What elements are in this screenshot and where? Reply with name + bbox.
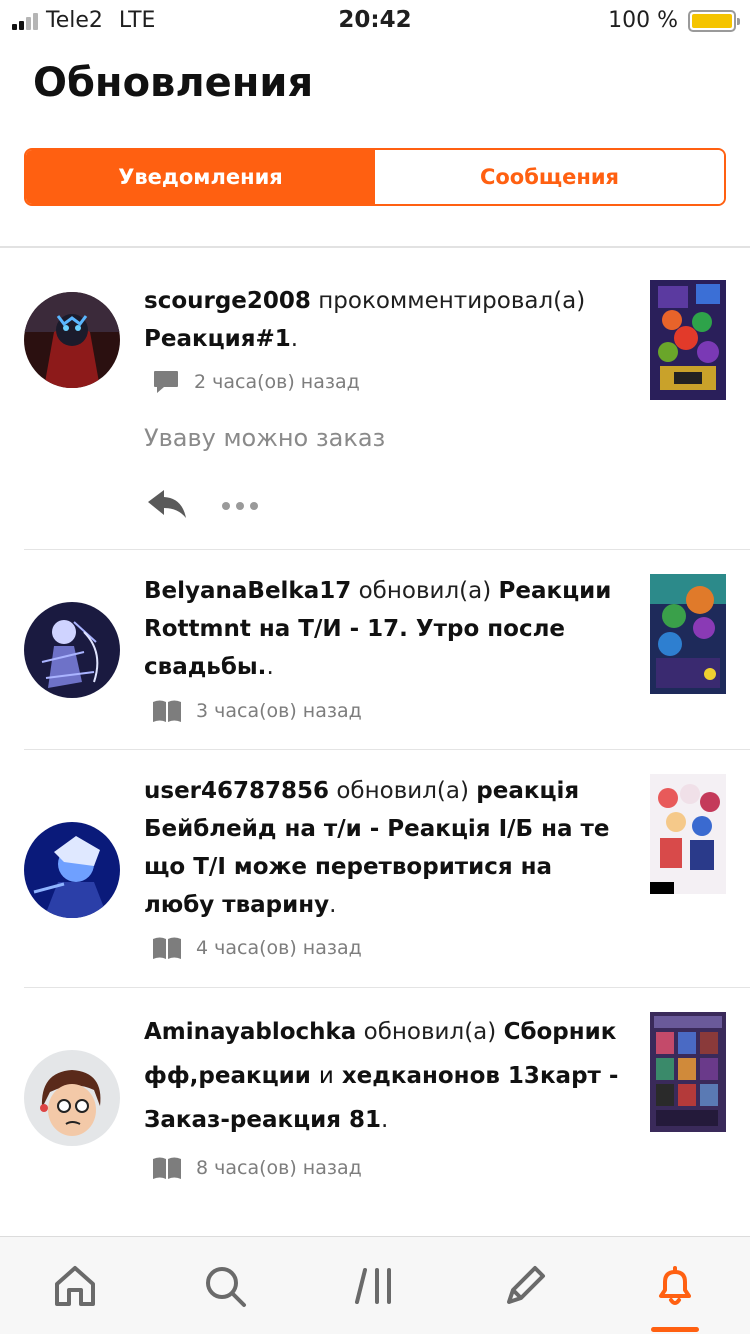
- timestamp: 4 часа(ов) назад: [196, 937, 362, 959]
- battery-percent: 100 %: [608, 8, 678, 33]
- library-icon: [355, 1267, 391, 1304]
- user-name[interactable]: Aminayablochka: [144, 1019, 356, 1045]
- user-name[interactable]: user46787856: [144, 778, 329, 804]
- story-cover-image[interactable]: [650, 1012, 726, 1132]
- reply-icon[interactable]: [146, 488, 188, 524]
- notification-text: user46787856 обновил(а) реакція Бейблейд…: [144, 778, 610, 918]
- battery-level: [692, 13, 732, 28]
- notification-item[interactable]: BelyanaBelka17 обновил(а) Реакции Rottmn…: [24, 550, 750, 750]
- notification-meta: 3 часа(ов) назад: [152, 699, 362, 723]
- battery-icon: [688, 9, 740, 32]
- timestamp: 8 часа(ов) назад: [196, 1157, 362, 1179]
- nav-home-button[interactable]: [0, 1237, 150, 1334]
- notification-meta: 2 часа(ов) назад: [152, 369, 360, 395]
- tab-messages[interactable]: Сообщения: [375, 150, 724, 204]
- notification-text: BelyanaBelka17 обновил(а) Реакции Rottmn…: [144, 578, 612, 680]
- user-name[interactable]: scourge2008: [144, 288, 311, 314]
- user-avatar[interactable]: [24, 1050, 120, 1146]
- comment-actions: [146, 488, 258, 524]
- search-icon: [206, 1266, 246, 1307]
- notification-text: Aminayablochka обновил(а) Cборник фф,реа…: [144, 1019, 619, 1133]
- tab-bar: Уведомления Сообщения: [24, 148, 726, 206]
- user-name[interactable]: BelyanaBelka17: [144, 578, 351, 604]
- timestamp: 3 часа(ов) назад: [196, 700, 362, 722]
- comment-text: Уваву можно заказ: [144, 424, 386, 452]
- action-text: обновил(а): [336, 778, 469, 804]
- notification-item[interactable]: user46787856 обновил(а) реакція Бейблейд…: [24, 750, 750, 988]
- comment-icon: [152, 369, 180, 395]
- nav-write-button[interactable]: [450, 1237, 600, 1334]
- notification-meta: 4 часа(ов) назад: [152, 936, 362, 960]
- action-text: обновил(а): [358, 578, 492, 604]
- notification-feed: scourge2008 прокомментировал(а) Реакция#…: [0, 248, 750, 1206]
- nav-search-button[interactable]: [150, 1237, 300, 1334]
- action-text: обновил(а): [363, 1019, 497, 1045]
- notification-item[interactable]: Aminayablochka обновил(а) Cборник фф,реа…: [24, 988, 750, 1206]
- book-icon: [152, 699, 182, 723]
- story-link[interactable]: Реакция#1: [144, 326, 291, 352]
- notification-item[interactable]: scourge2008 прокомментировал(а) Реакция#…: [24, 248, 750, 550]
- pencil-icon: [507, 1265, 545, 1304]
- status-bar-right: 100 %: [608, 8, 740, 33]
- user-avatar[interactable]: [24, 292, 120, 388]
- book-icon: [152, 936, 182, 960]
- action-text: прокомментировал(а): [318, 288, 586, 314]
- notification-meta: 8 часа(ов) назад: [152, 1156, 362, 1180]
- more-icon[interactable]: [222, 502, 258, 510]
- bell-icon: [659, 1265, 691, 1305]
- nav-notifications-button[interactable]: [600, 1237, 750, 1334]
- story-cover-image[interactable]: [650, 774, 726, 894]
- status-bar: Tele2 LTE 20:42 100 %: [0, 0, 750, 40]
- tab-notifications[interactable]: Уведомления: [26, 150, 375, 204]
- page-title: Обновления: [33, 60, 314, 106]
- user-avatar[interactable]: [24, 602, 120, 698]
- story-cover-image[interactable]: [650, 574, 726, 694]
- nav-library-button[interactable]: [300, 1237, 450, 1334]
- story-cover-image[interactable]: [650, 280, 726, 400]
- timestamp: 2 часа(ов) назад: [194, 371, 360, 393]
- home-icon: [55, 1265, 95, 1306]
- user-avatar[interactable]: [24, 822, 120, 918]
- book-icon: [152, 1156, 182, 1180]
- notification-text: scourge2008 прокомментировал(а) Реакция#…: [144, 288, 586, 352]
- bottom-navigation: [0, 1236, 750, 1334]
